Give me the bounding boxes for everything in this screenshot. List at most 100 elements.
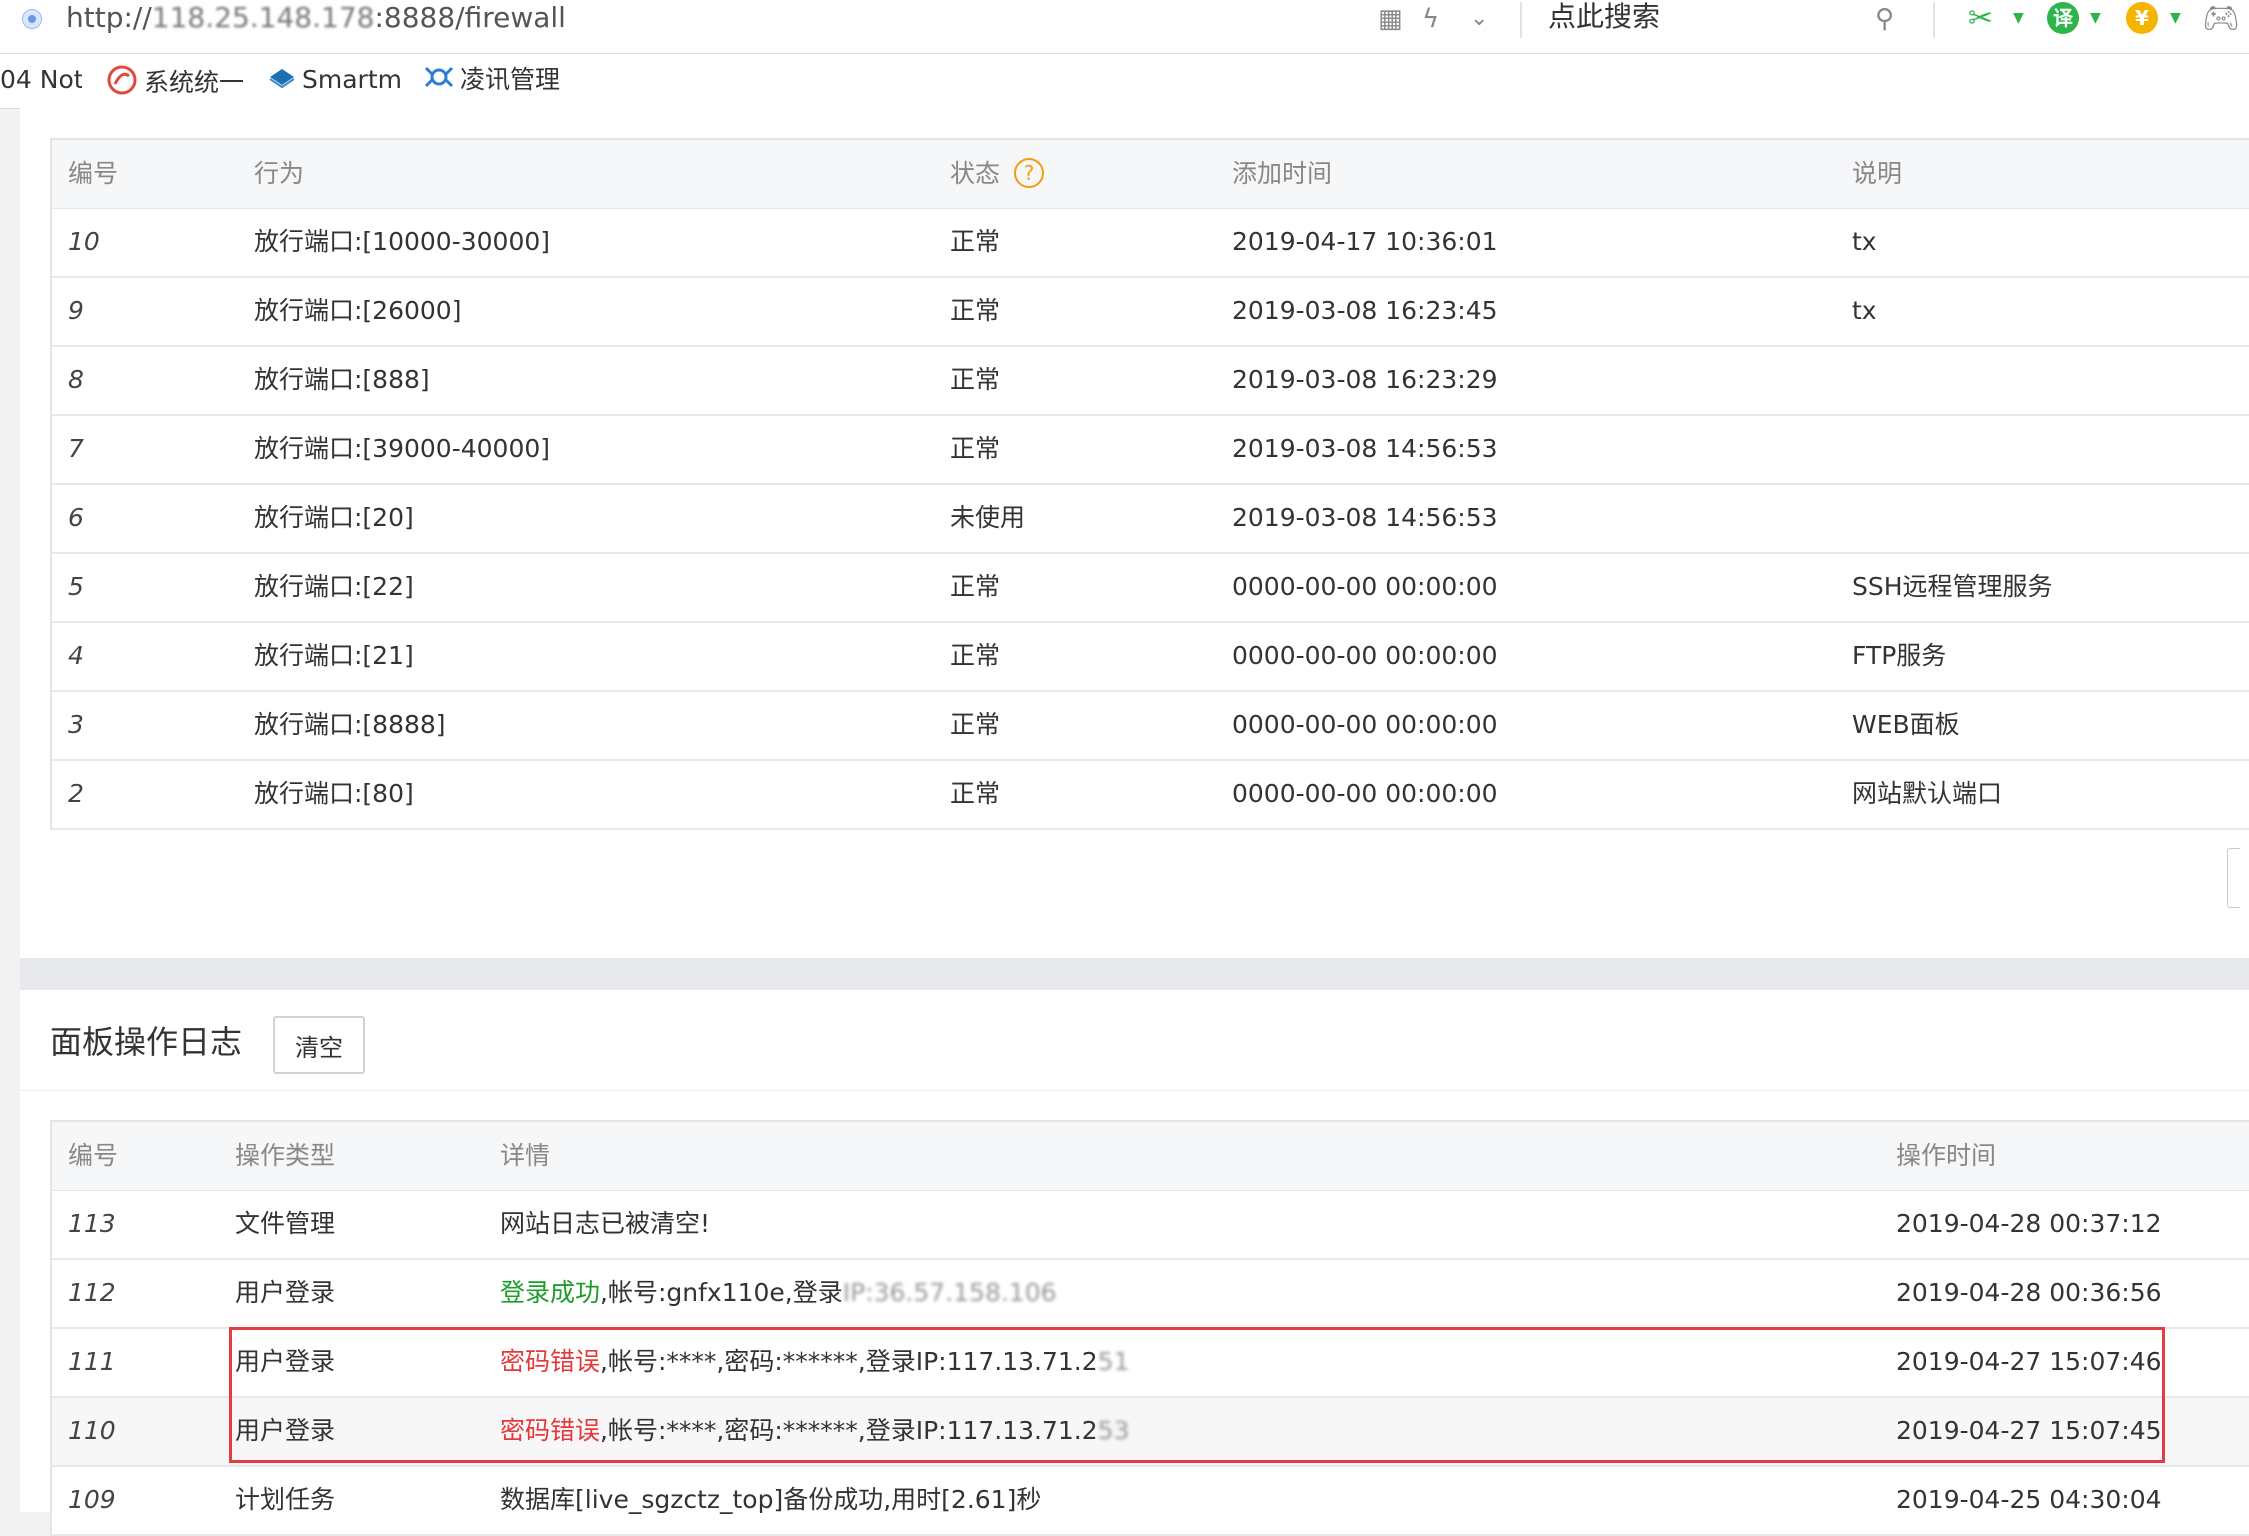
rule-time: 0000-00-00 00:00:00 <box>1232 779 1498 808</box>
column-header-id[interactable]: 编号 <box>68 1122 118 1190</box>
column-header-action[interactable]: 行为 <box>254 140 304 208</box>
rule-id: 8 <box>68 365 84 394</box>
bookmark-label: Smartm <box>302 65 400 94</box>
table-row: 7 放行端口:[39000-40000] 正常 2019-03-08 14:56:53 <box>52 416 2249 485</box>
rule-action: 放行端口:[888] <box>254 365 430 394</box>
table-body: 10 放行端口:[10000-30000] 正常 2019-04-17 10:36:0… <box>52 209 2249 830</box>
rule-note: tx <box>1852 296 1877 325</box>
table-row: 111 用户登录 密码错误,帐号:****,密码:******,登录IP:117.1… <box>52 1329 2249 1398</box>
chevron-down-icon[interactable]: ▼ <box>2090 10 2101 26</box>
rule-id: 9 <box>68 296 84 325</box>
log-time: 2019-04-27 15:07:46 <box>1896 1347 2162 1376</box>
rule-status: 正常 <box>950 296 1001 325</box>
bookmarks-bar: 04 Not 系统统一 Smartm 凌讯管理 <box>0 54 2249 109</box>
rule-action: 放行端口:[20] <box>254 503 414 532</box>
rule-time: 2019-03-08 16:23:29 <box>1232 365 1498 394</box>
url-suffix: :8888/firewall <box>374 1 566 34</box>
chevron-down-icon[interactable]: ▼ <box>2013 10 2024 26</box>
bookmark-label: 04 Not <box>0 65 82 94</box>
table-row: 6 放行端口:[20] 未使用 2019-03-08 14:56:53 <box>52 485 2249 554</box>
log-type: 文件管理 <box>235 1209 336 1238</box>
search-icon[interactable]: ⚲ <box>1875 2 1894 36</box>
address-bar[interactable]: http://118.25.148.178:8888/firewall <box>66 0 566 38</box>
column-header-detail[interactable]: 详情 <box>500 1122 550 1190</box>
column-header-status[interactable]: 状态? <box>950 140 1045 208</box>
rule-note: SSH远程管理服务 <box>1852 572 2053 601</box>
bookmark-item[interactable]: 04 Not <box>0 64 82 96</box>
rule-id: 7 <box>68 434 84 463</box>
log-detail: 密码错误,帐号:****,密码:******,登录IP:117.13.71.25… <box>500 1398 1129 1464</box>
log-detail: 密码错误,帐号:****,密码:******,登录IP:117.13.71.25… <box>500 1329 1129 1395</box>
bookmark-icon <box>268 65 296 97</box>
search-input[interactable]: 点此搜索 <box>1548 0 1660 35</box>
rule-action: 放行端口:[80] <box>254 779 414 808</box>
chevron-down-icon[interactable]: ▼ <box>2170 10 2181 26</box>
table-row: 109 计划任务 数据库[live_sgzctz_top]备份成功,用时[2.61]… <box>52 1467 2249 1536</box>
rule-time: 2019-03-08 16:23:45 <box>1232 296 1498 325</box>
table-row: 5 放行端口:[22] 正常 0000-00-00 00:00:00 SSH远程管理服务 <box>52 554 2249 623</box>
column-header-id[interactable]: 编号 <box>68 140 118 208</box>
rule-id: 6 <box>68 503 84 532</box>
log-time: 2019-04-25 04:30:04 <box>1896 1485 2162 1514</box>
column-header-time[interactable]: 操作时间 <box>1896 1122 1996 1190</box>
table-row: 4 放行端口:[21] 正常 0000-00-00 00:00:00 FTP服务 <box>52 623 2249 692</box>
log-table: 编号 操作类型 详情 操作时间 113 文件管理 网站日志已被清空! 2019-04-… <box>50 1120 2249 1536</box>
wallet-icon[interactable]: ¥ <box>2126 2 2158 34</box>
rule-action: 放行端口:[8888] <box>254 710 446 739</box>
column-header-type[interactable]: 操作类型 <box>235 1122 335 1190</box>
rule-status: 正常 <box>950 227 1001 256</box>
table-row: 110 用户登录 密码错误,帐号:****,密码:******,登录IP:117.1… <box>52 1398 2249 1467</box>
url-host-masked: 118.25.148.178 <box>151 1 375 34</box>
table-header: 编号 行为 状态? 添加时间 说明 <box>52 140 2249 209</box>
rule-id: 5 <box>68 572 84 601</box>
translate-icon[interactable]: 译 <box>2047 2 2079 34</box>
table-row: 2 放行端口:[80] 正常 0000-00-00 00:00:00 网站默认端口 <box>52 761 2249 830</box>
game-icon[interactable]: 🎮︎ <box>2202 2 2240 36</box>
table-row: 112 用户登录 登录成功,帐号:gnfx110e,登录IP:36.57.158.1… <box>52 1260 2249 1329</box>
login-status: 密码错误 <box>500 1416 601 1445</box>
clear-log-button[interactable]: 清空 <box>273 1016 365 1074</box>
table-row: 3 放行端口:[8888] 正常 0000-00-00 00:00:00 WEB面板 <box>52 692 2249 761</box>
rule-action: 放行端口:[10000-30000] <box>254 227 551 256</box>
rule-status: 正常 <box>950 710 1001 739</box>
site-info-icon[interactable] <box>22 9 42 29</box>
bookmark-icon <box>424 64 454 98</box>
table-row: 9 放行端口:[26000] 正常 2019-03-08 16:23:45 tx <box>52 278 2249 347</box>
log-time: 2019-04-28 00:37:12 <box>1896 1209 2162 1238</box>
lightning-icon[interactable]: ϟ <box>1422 2 1439 36</box>
rule-id: 4 <box>68 641 84 670</box>
url-prefix: http:// <box>66 1 152 34</box>
log-detail-text: 网站日志已被清空! <box>500 1209 711 1238</box>
rule-note: WEB面板 <box>1852 710 1960 739</box>
rule-time: 2019-03-08 14:56:53 <box>1232 434 1498 463</box>
log-detail: 数据库[live_sgzctz_top]备份成功,用时[2.61]秒 <box>500 1467 1041 1533</box>
rule-status: 正常 <box>950 434 1001 463</box>
table-header: 编号 操作类型 详情 操作时间 <box>52 1122 2249 1191</box>
bookmark-item[interactable]: 系统统一 <box>106 64 246 104</box>
login-status: 密码错误 <box>500 1347 601 1376</box>
log-id: 111 <box>68 1347 116 1376</box>
firewall-table: 编号 行为 状态? 添加时间 说明 10 放行端口:[10000-30000] 正常… <box>50 138 2249 830</box>
rule-note: 网站默认端口 <box>1852 779 2003 808</box>
masked-ip: 53 <box>1097 1416 1130 1445</box>
scissors-icon[interactable]: ✂ <box>1968 2 1993 36</box>
log-type: 计划任务 <box>235 1485 336 1514</box>
log-detail: 登录成功,帐号:gnfx110e,登录IP:36.57.158.106 <box>500 1260 1057 1326</box>
divider <box>1520 2 1522 38</box>
side-tab[interactable] <box>2227 848 2240 908</box>
column-header-note[interactable]: 说明 <box>1852 140 1902 208</box>
chevron-down-icon[interactable]: ⌄ <box>1470 2 1488 36</box>
rule-action: 放行端口:[21] <box>254 641 414 670</box>
bookmark-item[interactable]: Smartm <box>268 64 400 97</box>
rule-time: 2019-03-08 14:56:53 <box>1232 503 1498 532</box>
table-row: 10 放行端口:[10000-30000] 正常 2019-04-17 10:36:0… <box>52 209 2249 278</box>
rule-status: 正常 <box>950 641 1001 670</box>
bookmark-label: 系统统一 <box>144 68 245 97</box>
qr-code-icon[interactable]: ▦ <box>1378 2 1403 36</box>
column-header-time[interactable]: 添加时间 <box>1232 140 1332 208</box>
browser-toolbar: http://118.25.148.178:8888/firewall ▦ ϟ … <box>0 0 2249 54</box>
rule-action: 放行端口:[39000-40000] <box>254 434 551 463</box>
rule-action: 放行端口:[22] <box>254 572 414 601</box>
bookmark-item[interactable]: 凌讯管理 <box>424 64 564 98</box>
help-icon[interactable]: ? <box>1014 158 1045 188</box>
